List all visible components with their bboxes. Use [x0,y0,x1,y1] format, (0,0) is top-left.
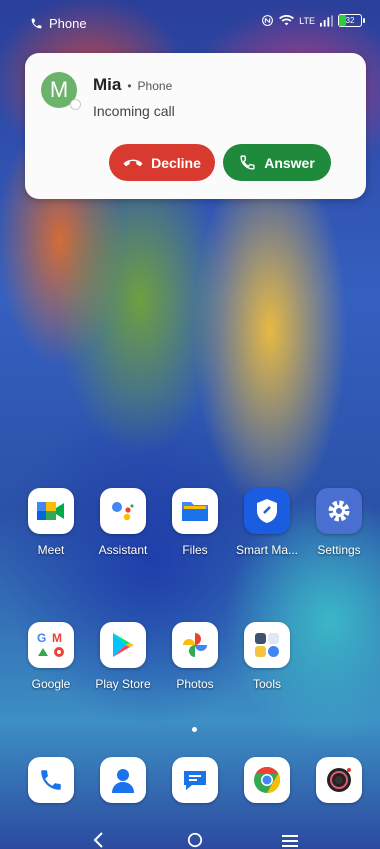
app-label: Settings [317,543,361,557]
call-status: Incoming call [93,103,175,119]
wifi-icon [279,14,295,25]
contacts-icon [100,757,146,803]
app-label: Tools [252,677,281,691]
incoming-call-notification[interactable]: M Mia • Phone Incoming call Decline Answ… [25,53,366,199]
svg-text:M: M [52,631,62,645]
recents-icon[interactable] [282,834,298,848]
home-icon[interactable] [186,832,204,848]
battery-level: 32 [345,16,355,25]
photos-pinwheel-icon [172,622,218,668]
smart-manager-icon [244,488,290,534]
decline-label: Decline [151,154,201,171]
chrome-icon [244,757,290,803]
decline-button[interactable]: Decline [109,144,215,181]
phone-icon [28,757,74,803]
messages-icon [172,757,218,803]
status-left: Phone [30,16,87,31]
google-assistant-icon [100,488,146,534]
caller-header: Mia • Phone [93,75,172,95]
battery-icon: 32 [338,14,365,27]
caller-name: Mia [93,75,122,94]
nfc-icon [262,15,274,26]
notification-source-app: Phone [137,79,173,93]
play-store-icon [100,622,146,668]
camera-icon [316,757,362,803]
dock-camera[interactable] [296,757,380,803]
app-tools-folder[interactable]: Tools [224,622,310,691]
status-bar: Phone LTE 32 [0,0,380,46]
status-right: LTE 32 [261,14,365,27]
signal-icon [320,14,333,27]
navigation-bar [0,826,380,849]
separator-dot: • [127,79,132,93]
hang-up-icon [123,159,143,166]
answer-button[interactable]: Answer [223,144,331,181]
avatar-badge-icon [70,99,81,110]
google-folder-icon: GM [28,622,74,668]
svg-text:G: G [37,631,46,645]
answer-phone-icon [240,155,255,170]
answer-label: Answer [264,154,315,171]
phone-call-icon [31,18,42,29]
tools-folder-icon [244,622,290,668]
google-meet-icon [28,488,74,534]
files-icon [172,488,218,534]
app-settings[interactable]: Settings [296,488,380,557]
back-icon[interactable] [92,832,106,848]
page-indicator [192,727,197,732]
status-app-label: Phone [49,16,87,31]
settings-gear-icon [316,488,362,534]
network-type: LTE [299,15,315,26]
